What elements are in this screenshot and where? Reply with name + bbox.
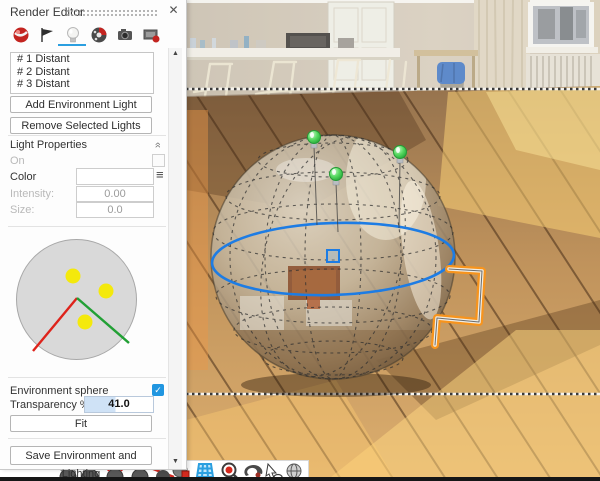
color-swatch-field[interactable] bbox=[76, 168, 154, 185]
render-editor-panel: Render Editor ✕ bbox=[0, 0, 187, 470]
tab-textures[interactable] bbox=[38, 26, 56, 44]
tab-output[interactable] bbox=[142, 26, 160, 44]
color-menu-icon[interactable]: ≡ bbox=[156, 167, 164, 182]
scroll-down-icon[interactable]: ▼ bbox=[169, 458, 182, 465]
list-item[interactable]: # 2 Distant bbox=[11, 66, 153, 79]
globe-icon[interactable] bbox=[287, 464, 301, 478]
tab-materials[interactable] bbox=[12, 26, 30, 44]
close-icon[interactable]: ✕ bbox=[165, 2, 182, 19]
size-label: Size: bbox=[10, 204, 34, 216]
tab-lights[interactable] bbox=[64, 26, 82, 44]
fit-button[interactable]: Fit bbox=[10, 415, 152, 432]
collapse-icon[interactable]: » bbox=[152, 142, 164, 148]
camera-icon bbox=[118, 29, 132, 40]
size-field[interactable]: 0.0 bbox=[76, 202, 154, 218]
environment-sphere-checkbox[interactable]: ✓ bbox=[152, 384, 164, 396]
light-dot-3[interactable] bbox=[78, 315, 93, 330]
drag-handle[interactable] bbox=[66, 9, 158, 16]
equator-center-handle[interactable] bbox=[327, 250, 339, 262]
divider bbox=[8, 135, 166, 136]
flag-icon bbox=[42, 28, 53, 42]
render-editor-window: Render Editor ✕ bbox=[0, 0, 600, 481]
window-bottom-edge bbox=[0, 477, 600, 481]
on-label: On bbox=[10, 155, 25, 167]
room-scene bbox=[186, 0, 600, 481]
scroll-up-icon[interactable]: ▲ bbox=[169, 50, 182, 57]
film-reel-icon bbox=[92, 28, 107, 43]
on-checkbox[interactable] bbox=[152, 154, 165, 167]
tab-camera[interactable] bbox=[116, 26, 134, 44]
light-properties-header: Light Properties bbox=[10, 139, 87, 151]
intensity-field[interactable]: 0.00 bbox=[76, 186, 154, 202]
remove-selected-lights-button[interactable]: Remove Selected Lights bbox=[10, 117, 152, 134]
transparency-label: Transparency %: bbox=[10, 399, 93, 411]
orbit-icon[interactable] bbox=[244, 465, 262, 478]
grid-icon[interactable] bbox=[197, 464, 213, 477]
panel-scrollbar[interactable]: ▲ ▼ bbox=[168, 48, 182, 469]
environment-lights-list[interactable]: # 1 Distant # 2 Distant # 3 Distant bbox=[10, 52, 154, 94]
light-bulb-icon bbox=[68, 28, 79, 43]
render-output-icon bbox=[144, 30, 160, 43]
shader-sphere-icon bbox=[14, 28, 29, 43]
red-axis-line bbox=[33, 298, 77, 351]
add-environment-light-button[interactable]: Add Environment Light bbox=[10, 96, 152, 113]
intensity-label: Intensity: bbox=[10, 188, 54, 200]
viewport-3d[interactable] bbox=[186, 0, 600, 481]
list-item[interactable]: # 1 Distant bbox=[11, 53, 153, 66]
transparency-field[interactable]: 41.0 bbox=[84, 396, 154, 413]
divider bbox=[8, 377, 166, 378]
active-tab-underline bbox=[58, 44, 86, 46]
light-direction-widget[interactable] bbox=[16, 239, 137, 360]
color-label: Color bbox=[10, 171, 36, 183]
divider bbox=[8, 226, 166, 227]
save-environment-button[interactable]: Save Environment and Lighting bbox=[10, 446, 152, 465]
light-dot-2[interactable] bbox=[99, 284, 114, 299]
list-item[interactable]: # 3 Distant bbox=[11, 78, 153, 91]
tab-render[interactable] bbox=[90, 26, 108, 44]
divider bbox=[8, 438, 166, 439]
light-dot-1[interactable] bbox=[66, 269, 81, 284]
